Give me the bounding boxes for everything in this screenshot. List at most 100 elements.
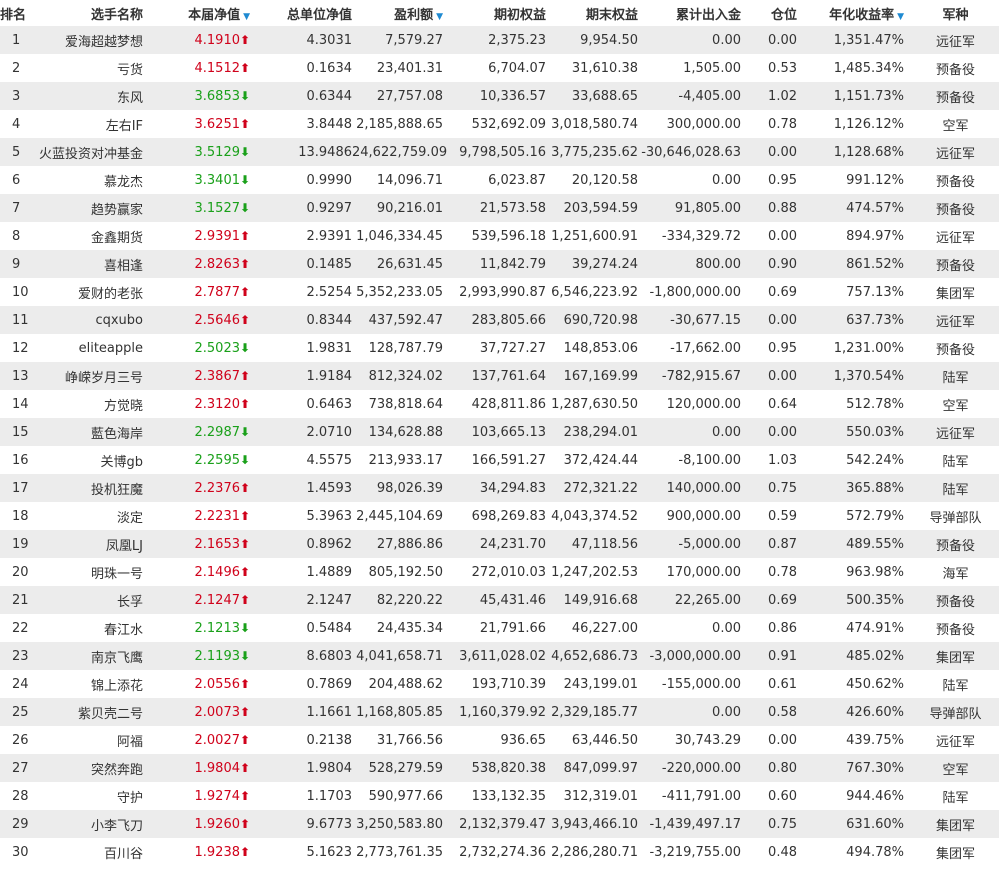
header-annual-return[interactable]: 年化收益率 ▼ (799, 0, 904, 26)
player-name[interactable]: 藍色海岸 (30, 418, 149, 446)
table-row[interactable]: 21 长孚 2.1247⬆ 2.1247 82,220.22 45,431.46 149,9… (0, 586, 999, 614)
table-row[interactable]: 18 淡定 2.2231⬆ 5.3963 2,445,104.69 698,269.83 4… (0, 502, 999, 530)
player-name[interactable]: 关博gb (30, 446, 149, 474)
player-name[interactable]: 长孚 (30, 586, 149, 614)
player-name[interactable]: 峥嵘岁月三号 (30, 362, 149, 390)
header-rank[interactable]: 排名 (0, 0, 30, 26)
table-row[interactable]: 7 趋势赢家 3.1527⬇ 0.9297 90,216.01 21,573.58 203,… (0, 194, 999, 222)
table-row[interactable]: 25 紫贝壳二号 2.0073⬆ 1.1661 1,168,805.85 1,160,37… (0, 698, 999, 726)
header-name[interactable]: 选手名称 (30, 0, 149, 26)
sort-descending-icon[interactable]: ▼ (243, 12, 250, 22)
player-name[interactable]: 小李飞刀 (30, 810, 149, 838)
table-row[interactable]: 19 凤凰LJ 2.1653⬆ 0.8962 27,886.86 24,231.70 47,… (0, 530, 999, 558)
nav-cell: 1.9238⬆ (149, 838, 250, 866)
player-name[interactable]: 淡定 (30, 502, 149, 530)
end-equity-value: 372,424.44 (546, 446, 638, 474)
table-row[interactable]: 4 左右IF 3.6251⬆ 3.8448 2,185,888.65 532,692.09… (0, 110, 999, 138)
table-row[interactable]: 8 金鑫期货 2.9391⬆ 2.9391 1,046,334.45 539,596.18… (0, 222, 999, 250)
rank-cell: 1 (0, 26, 30, 54)
table-row[interactable]: 16 关博gb 2.2595⬇ 4.5575 213,933.17 166,591.27 3… (0, 446, 999, 474)
table-row[interactable]: 14 方觉晓 2.3120⬆ 0.6463 738,818.64 428,811.86 1,… (0, 390, 999, 418)
army-value: 空军 (904, 110, 999, 138)
player-name[interactable]: 春江水 (30, 614, 149, 642)
player-name[interactable]: 方觉晓 (30, 390, 149, 418)
header-army[interactable]: 军种 (904, 0, 999, 26)
table-row[interactable]: 11 cqxubo 2.5646⬆ 0.8344 437,592.47 283,805.6… (0, 306, 999, 334)
table-row[interactable]: 1 爱海超越梦想 4.1910⬆ 4.3031 7,579.27 2,375.23 9,95… (0, 26, 999, 54)
army-value: 远征军 (904, 138, 999, 166)
player-name[interactable]: eliteapple (30, 334, 149, 362)
table-row[interactable]: 13 峥嵘岁月三号 2.3867⬆ 1.9184 812,324.02 137,761.6… (0, 362, 999, 390)
player-name[interactable]: 凤凰LJ (30, 530, 149, 558)
player-name[interactable]: cqxubo (30, 306, 149, 334)
position-value: 0.00 (741, 26, 799, 54)
profit-value: 23,401.31 (352, 54, 443, 82)
unit-nav-value: 0.1634 (250, 54, 352, 82)
player-name[interactable]: 慕龙杰 (30, 166, 149, 194)
header-start-equity[interactable]: 期初权益 (443, 0, 546, 26)
player-name[interactable]: 紫贝壳二号 (30, 698, 149, 726)
player-name[interactable]: 火蓝投资对冲基金 (30, 138, 149, 166)
annual-return-value: 1,231.00% (799, 334, 904, 362)
player-name[interactable]: 百川谷 (30, 838, 149, 866)
table-row[interactable]: 28 守护 1.9274⬆ 1.1703 590,977.66 133,132.35 312… (0, 782, 999, 810)
player-name[interactable]: 亏货 (30, 54, 149, 82)
net-flow-value: 120,000.00 (638, 390, 741, 418)
player-name[interactable]: 明珠一号 (30, 558, 149, 586)
table-row[interactable]: 10 爱财的老张 2.7877⬆ 2.5254 5,352,233.05 2,993,99… (0, 278, 999, 306)
player-name[interactable]: 趋势赢家 (30, 194, 149, 222)
profit-value: 27,757.08 (352, 82, 443, 110)
position-value: 0.00 (741, 726, 799, 754)
player-name[interactable]: 金鑫期货 (30, 222, 149, 250)
sort-descending-icon[interactable]: ▼ (436, 12, 443, 22)
player-name[interactable]: 突然奔跑 (30, 754, 149, 782)
end-equity-value: 9,954.50 (546, 26, 638, 54)
table-row[interactable]: 6 慕龙杰 3.3401⬇ 0.9990 14,096.71 6,023.87 20,120… (0, 166, 999, 194)
table-row[interactable]: 2 亏货 4.1512⬆ 0.1634 23,401.31 6,704.07 31,610.… (0, 54, 999, 82)
table-row[interactable]: 12 eliteapple 2.5023⬇ 1.9831 128,787.79 37,72… (0, 334, 999, 362)
table-row[interactable]: 23 南京飞鹰 2.1193⬇ 8.6803 4,041,658.71 3,611,028… (0, 642, 999, 670)
player-name[interactable]: 喜相逢 (30, 250, 149, 278)
red-up-arrow-icon: ⬆ (240, 676, 251, 691)
net-flow-value: 1,505.00 (638, 54, 741, 82)
player-name[interactable]: 守护 (30, 782, 149, 810)
sort-descending-icon[interactable]: ▼ (897, 12, 904, 22)
player-name[interactable]: 锦上添花 (30, 670, 149, 698)
army-value: 陆军 (904, 362, 999, 390)
table-row[interactable]: 3 东风 3.6853⬇ 0.6344 27,757.08 10,336.57 33,688… (0, 82, 999, 110)
nav-cell: 3.3401⬇ (149, 166, 250, 194)
table-row[interactable]: 30 百川谷 1.9238⬆ 5.1623 2,773,761.35 2,732,274.… (0, 838, 999, 866)
net-flow-value: -3,219,755.00 (638, 838, 741, 866)
table-row[interactable]: 9 喜相逢 2.8263⬆ 0.1485 26,631.45 11,842.79 39,27… (0, 250, 999, 278)
player-name[interactable]: 南京飞鹰 (30, 642, 149, 670)
table-row[interactable]: 15 藍色海岸 2.2987⬇ 2.0710 134,628.88 103,665.13 2… (0, 418, 999, 446)
net-flow-value: -17,662.00 (638, 334, 741, 362)
player-name[interactable]: 投机狂魔 (30, 474, 149, 502)
table-row[interactable]: 17 投机狂魔 2.2376⬆ 1.4593 98,026.39 34,294.83 272… (0, 474, 999, 502)
table-header-row: 排名 选手名称 本届净值 ▼ 总单位净值 盈利额 ▼ 期初权益 期末权益 累计出入金… (0, 0, 999, 26)
header-nav[interactable]: 本届净值 ▼ (149, 0, 250, 26)
unit-nav-value: 8.6803 (250, 642, 352, 670)
player-name[interactable]: 爱财的老张 (30, 278, 149, 306)
header-position[interactable]: 仓位 (741, 0, 799, 26)
annual-return-value: 365.88% (799, 474, 904, 502)
header-unit-nav[interactable]: 总单位净值 (250, 0, 352, 26)
nav-value: 2.0556 (194, 676, 241, 692)
table-row[interactable]: 26 阿福 2.0027⬆ 0.2138 31,766.56 936.65 63,446.5… (0, 726, 999, 754)
header-net-flow[interactable]: 累计出入金 (638, 0, 741, 26)
start-equity-value: 34,294.83 (443, 474, 546, 502)
header-profit[interactable]: 盈利额 ▼ (352, 0, 443, 26)
table-row[interactable]: 20 明珠一号 2.1496⬆ 1.4889 805,192.50 272,010.03 1… (0, 558, 999, 586)
table-row[interactable]: 24 锦上添花 2.0556⬆ 0.7869 204,488.62 193,710.39 2… (0, 670, 999, 698)
player-name[interactable]: 左右IF (30, 110, 149, 138)
table-row[interactable]: 5 火蓝投资对冲基金 3.5129⬇ 13.9486 24,622,759.09 9,79… (0, 138, 999, 166)
table-row[interactable]: 22 春江水 2.1213⬇ 0.5484 24,435.34 21,791.66 46,2… (0, 614, 999, 642)
player-name[interactable]: 爱海超越梦想 (30, 26, 149, 54)
table-row[interactable]: 29 小李飞刀 1.9260⬆ 9.6773 3,250,583.80 2,132,379… (0, 810, 999, 838)
table-row[interactable]: 27 突然奔跑 1.9804⬆ 1.9804 528,279.59 538,820.38 8… (0, 754, 999, 782)
rank-cell: 4 (0, 110, 30, 138)
player-name[interactable]: 阿福 (30, 726, 149, 754)
player-name[interactable]: 东风 (30, 82, 149, 110)
red-up-arrow-icon: ⬆ (240, 284, 251, 299)
header-end-equity[interactable]: 期末权益 (546, 0, 638, 26)
